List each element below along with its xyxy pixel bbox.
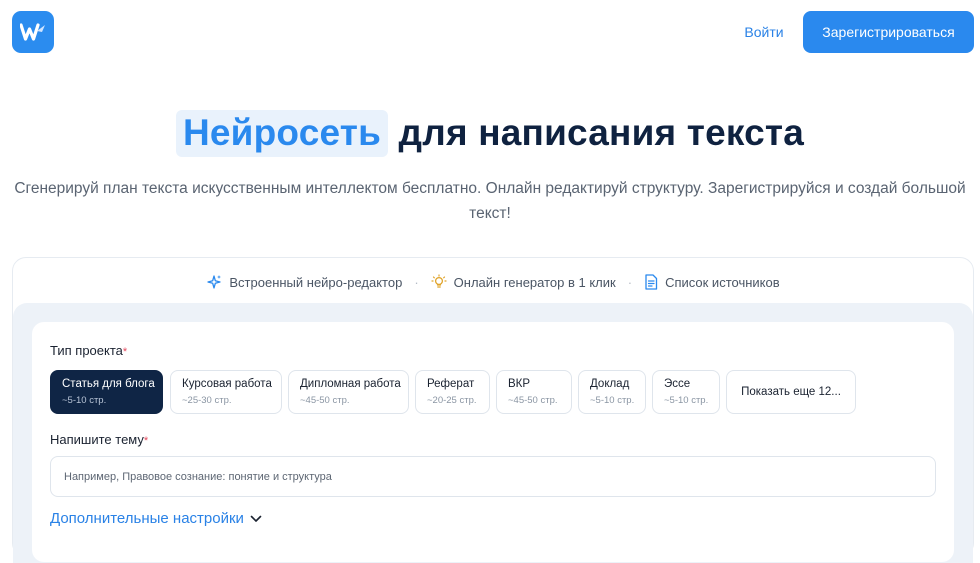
logo[interactable] bbox=[12, 11, 54, 53]
chip-coursework[interactable]: Курсовая работа ~25-30 стр. bbox=[170, 370, 282, 414]
topic-input[interactable] bbox=[50, 456, 936, 497]
chip-pages: ~5-10 стр. bbox=[62, 395, 107, 406]
required-mark: * bbox=[122, 346, 128, 358]
chip-pages: ~45-50 стр. bbox=[300, 395, 350, 406]
advanced-settings-toggle[interactable]: Дополнительные настройки bbox=[50, 510, 262, 527]
feature-label: Встроенный нейро-редактор bbox=[229, 274, 403, 290]
chip-diploma[interactable]: Дипломная работа ~45-50 стр. bbox=[288, 370, 409, 414]
hero-subtitle: Сгенерируй план текста искусственным инт… bbox=[14, 180, 966, 222]
lightbulb-icon bbox=[431, 274, 447, 288]
required-mark: * bbox=[143, 435, 149, 447]
chip-pages: ~25-30 стр. bbox=[182, 395, 232, 406]
register-button[interactable]: Зарегистрироваться bbox=[803, 11, 974, 53]
feature-label: Онлайн генератор в 1 клик bbox=[453, 274, 616, 290]
chip-pages: ~20-25 стр. bbox=[427, 395, 477, 406]
chip-title: Статья для блога bbox=[62, 378, 155, 390]
chip-title: Курсовая работа bbox=[182, 378, 272, 390]
chip-title: Доклад bbox=[590, 378, 630, 390]
features-row: Встроенный нейро-редактор · Онлайн генер… bbox=[13, 271, 973, 293]
title-rest: для написания текста bbox=[398, 112, 805, 153]
chip-blog-article[interactable]: Статья для блога ~5-10 стр. bbox=[50, 370, 163, 414]
chip-title: Реферат bbox=[427, 378, 475, 390]
separator-dot: · bbox=[627, 274, 633, 290]
project-type-label: Тип проекта* bbox=[50, 343, 127, 358]
advanced-settings-label: Дополнительные настройки bbox=[50, 510, 244, 527]
chip-vkr[interactable]: ВКР ~45-50 стр. bbox=[496, 370, 572, 414]
chip-report[interactable]: Реферат ~20-25 стр. bbox=[415, 370, 490, 414]
chip-essay[interactable]: Эссе ~5-10 стр. bbox=[652, 370, 720, 414]
document-icon bbox=[645, 274, 658, 290]
chip-pages: ~5-10 стр. bbox=[590, 395, 635, 406]
title-highlight: Нейросеть bbox=[175, 110, 389, 157]
project-type-label-text: Тип проекта bbox=[50, 343, 123, 358]
page-title: Нейросеть для написания текста bbox=[0, 110, 980, 157]
logo-w-icon bbox=[20, 23, 45, 41]
feature-sources: Список источников bbox=[644, 274, 780, 290]
feature-neuro-editor: Встроенный нейро-редактор bbox=[206, 274, 402, 290]
chip-pages: ~45-50 стр. bbox=[508, 395, 558, 406]
chevron-down-icon bbox=[250, 515, 262, 522]
login-link[interactable]: Войти bbox=[734, 12, 794, 52]
topic-label: Напишите тему* bbox=[50, 432, 148, 447]
header: Войти Зарегистрироваться bbox=[0, 0, 980, 64]
chip-presentation[interactable]: Доклад ~5-10 стр. bbox=[578, 370, 646, 414]
feature-label: Список источников bbox=[665, 274, 780, 290]
sparkles-icon bbox=[207, 275, 222, 289]
chip-title: Дипломная работа bbox=[300, 378, 401, 390]
chip-title: Эссе bbox=[664, 378, 691, 390]
chip-title: ВКР bbox=[508, 378, 531, 390]
separator-dot: · bbox=[414, 274, 419, 290]
project-form: Тип проекта* Статья для блога ~5-10 стр.… bbox=[32, 322, 954, 562]
feature-generator: Онлайн генератор в 1 клик bbox=[431, 274, 616, 290]
topic-label-text: Напишите тему bbox=[50, 432, 144, 447]
chip-pages: ~5-10 стр. bbox=[664, 395, 709, 406]
show-more-button[interactable]: Показать еще 12... bbox=[726, 370, 856, 414]
